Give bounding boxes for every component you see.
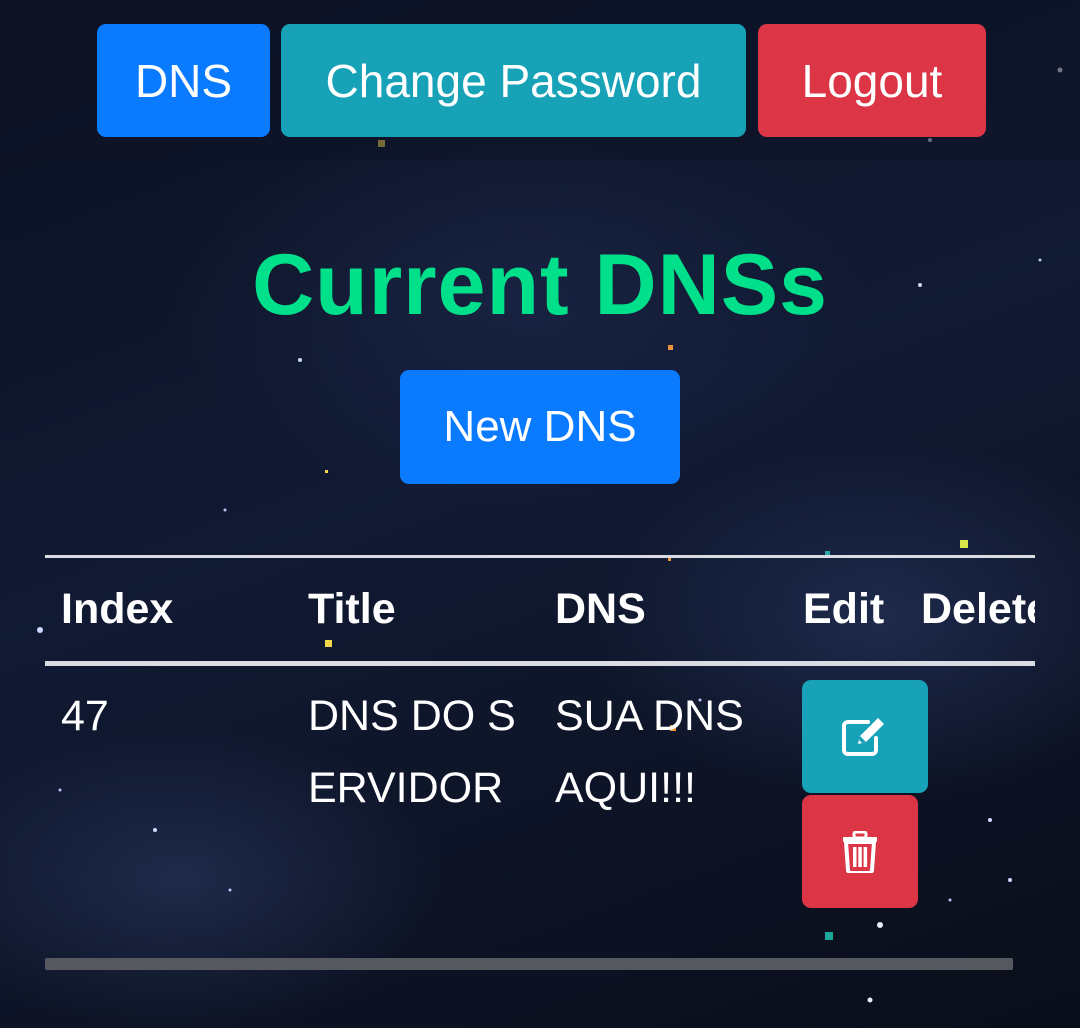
nav-dns-button[interactable]: DNS — [97, 24, 270, 137]
edit-icon — [842, 717, 884, 756]
header-title: Title — [308, 585, 396, 633]
change-password-button[interactable]: Change Password — [281, 24, 746, 137]
page: DNS Change Password Logout Current DNSs … — [0, 0, 1080, 1028]
header-edit: Edit — [803, 585, 885, 633]
table-top-divider — [45, 555, 1035, 558]
new-dns-button[interactable]: New DNS — [400, 370, 680, 484]
table-horizontal-scrollbar[interactable] — [45, 958, 1013, 970]
header-index: Index — [61, 585, 174, 633]
header-dns: DNS — [555, 585, 646, 633]
table-header-divider — [45, 661, 1035, 666]
trash-icon — [843, 830, 877, 873]
logout-button[interactable]: Logout — [758, 24, 986, 137]
cell-dns: SUA DNS AQUI!!! — [555, 692, 744, 812]
edit-button[interactable] — [802, 680, 928, 793]
top-navbar: DNS Change Password Logout — [0, 0, 1080, 160]
cell-index: 47 — [61, 692, 109, 740]
header-delete: Delete — [921, 585, 1035, 633]
page-title: Current DNSs — [252, 237, 828, 333]
cell-title: DNS DO SERVIDOR — [308, 692, 516, 812]
delete-button[interactable] — [802, 795, 918, 908]
dns-table: Index Title DNS Edit Delete 47 DNS DO SE… — [45, 555, 1035, 965]
